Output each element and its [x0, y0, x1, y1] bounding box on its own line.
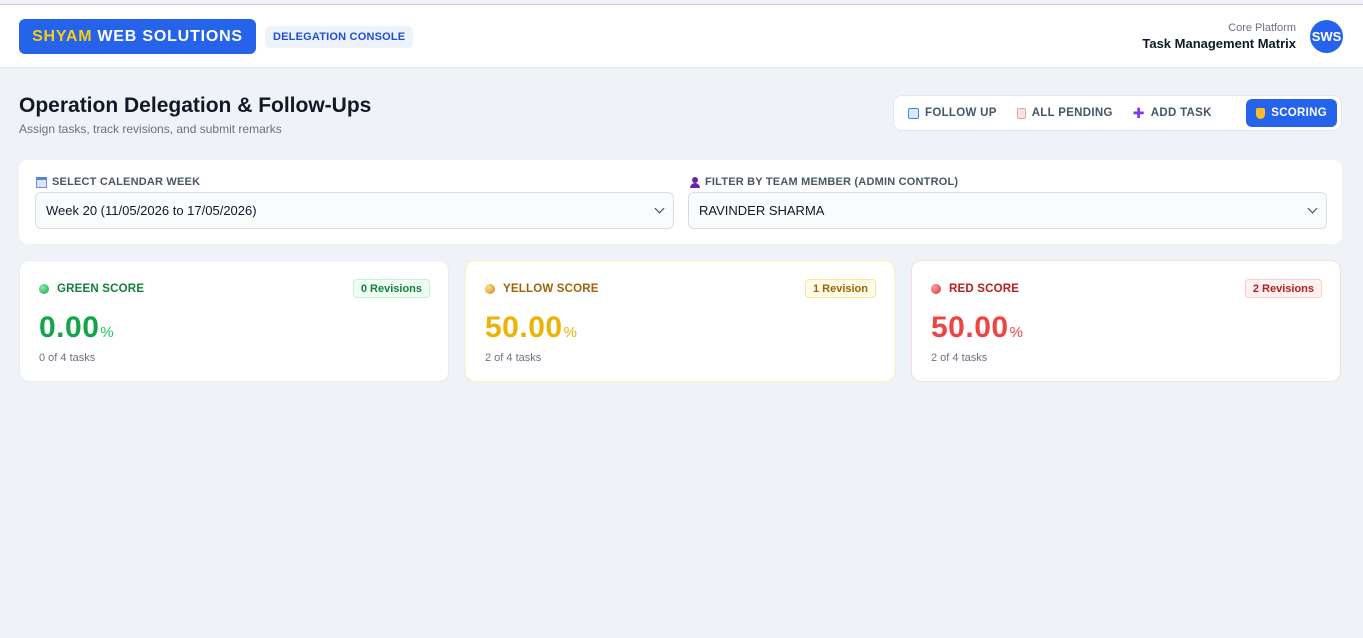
tab-follow-up[interactable]: FOLLOW UP — [898, 99, 1007, 127]
task-count: 0 of 4 tasks — [39, 352, 96, 364]
page-subtitle: Assign tasks, track revisions, and submi… — [19, 122, 282, 136]
score-number: 50.00 — [931, 311, 1009, 344]
revisions-badge: 2 Revisions — [1244, 279, 1322, 298]
member-select-value: RAVINDER SHARMA — [699, 203, 825, 218]
member-label-text: FILTER BY TEAM MEMBER (ADMIN CONTROL) — [705, 176, 959, 188]
red-dot-icon — [931, 284, 941, 294]
revisions-badge: 1 Revision — [804, 279, 876, 298]
task-count: 2 of 4 tasks — [931, 352, 988, 364]
brand-logo[interactable]: SHYAM WEB SOLUTIONS — [19, 19, 256, 54]
view-tabs: FOLLOW UP ALL PENDING ✚ ADD TASK SCORING — [893, 95, 1342, 131]
score-number: 50.00 — [485, 311, 563, 344]
member-filter-label: FILTER BY TEAM MEMBER (ADMIN CONTROL) — [690, 176, 958, 188]
tab-scoring[interactable]: SCORING — [1246, 99, 1337, 127]
score-number: 0.00 — [39, 311, 100, 344]
card-title: GREEN SCORE — [39, 283, 144, 295]
card-title: YELLOW SCORE — [485, 283, 599, 295]
platform-label: Core Platform — [1228, 22, 1296, 34]
refresh-icon — [908, 107, 919, 119]
green-score-card: GREEN SCORE 0 Revisions 0.00 % 0 of 4 ta… — [19, 260, 449, 382]
clipboard-icon — [1016, 107, 1026, 119]
tab-label: FOLLOW UP — [925, 107, 997, 119]
score-unit: % — [563, 324, 577, 341]
user-avatar[interactable]: SWS — [1310, 20, 1343, 53]
trophy-icon — [1256, 107, 1266, 119]
revisions-badge: 0 Revisions — [352, 279, 430, 298]
green-dot-icon — [39, 284, 49, 294]
week-label-text: SELECT CALENDAR WEEK — [52, 176, 201, 188]
card-title-text: GREEN SCORE — [57, 283, 145, 295]
score-unit: % — [1009, 324, 1023, 341]
user-icon — [690, 176, 700, 188]
member-select[interactable]: RAVINDER SHARMA — [688, 192, 1327, 229]
card-title: RED SCORE — [931, 283, 1019, 295]
tab-label: SCORING — [1271, 107, 1327, 119]
week-select-value: Week 20 (11/05/2026 to 17/05/2026) — [46, 203, 257, 218]
app-header: SHYAM WEB SOLUTIONS DELEGATION CONSOLE C… — [0, 5, 1363, 68]
calendar-icon — [36, 176, 47, 188]
platform-info: Core Platform Task Management Matrix — [1142, 22, 1296, 52]
red-score-card: RED SCORE 2 Revisions 50.00 % 2 of 4 tas… — [911, 260, 1341, 382]
score-unit: % — [100, 324, 114, 341]
plus-icon: ✚ — [1132, 105, 1145, 121]
platform-title: Task Management Matrix — [1142, 36, 1296, 51]
tab-all-pending[interactable]: ALL PENDING — [1007, 99, 1123, 127]
card-title-text: YELLOW SCORE — [503, 283, 599, 295]
score-value: 50.00 % — [485, 311, 577, 345]
tab-label: ALL PENDING — [1031, 107, 1113, 119]
yellow-score-card: YELLOW SCORE 1 Revision 50.00 % 2 of 4 t… — [465, 260, 895, 382]
score-value: 50.00 % — [931, 311, 1023, 345]
score-value: 0.00 % — [39, 311, 114, 345]
yellow-dot-icon — [485, 284, 495, 294]
logo-text: WEB SOLUTIONS — [97, 27, 243, 45]
chevron-down-icon — [1307, 203, 1318, 214]
console-badge: DELEGATION CONSOLE — [265, 26, 414, 48]
tab-label: ADD TASK — [1150, 107, 1212, 119]
tab-add-task[interactable]: ✚ ADD TASK — [1123, 99, 1222, 127]
task-count: 2 of 4 tasks — [485, 352, 542, 364]
filter-panel: SELECT CALENDAR WEEK Week 20 (11/05/2026… — [19, 160, 1342, 244]
week-filter-label: SELECT CALENDAR WEEK — [36, 176, 200, 188]
page-title: Operation Delegation & Follow-Ups — [19, 94, 372, 117]
week-select[interactable]: Week 20 (11/05/2026 to 17/05/2026) — [35, 192, 674, 229]
chevron-down-icon — [654, 203, 665, 214]
card-title-text: RED SCORE — [949, 283, 1020, 295]
logo-accent-text: SHYAM — [32, 27, 93, 45]
